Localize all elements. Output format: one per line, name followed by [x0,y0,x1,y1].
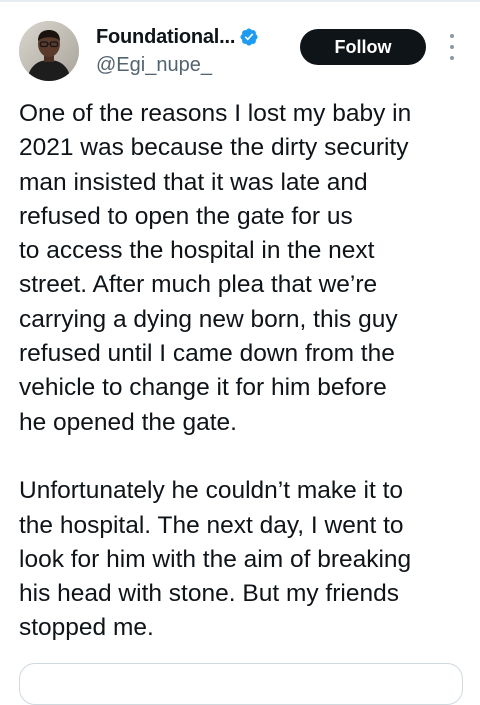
tweet-text-line: to access the hospital in the next [19,237,375,265]
tweet-text-line: look for him with the aim of breaking [19,545,412,573]
more-dot [450,45,454,49]
tweet-text-line: One of the reasons I lost my baby in [19,100,412,127]
tweet-text-line: carrying a dying new born, this guy [19,305,398,333]
tweet-text-line: 2021 was because the dirty security [19,134,409,162]
tweet-text-line: his head with stone. But my friends [19,580,399,608]
tweet-text-line: the hospital. The next day, I went to [19,511,404,539]
tweet-text-line: Unfortunately he couldn’t make it to [19,477,404,505]
follow-button[interactable]: Follow [300,29,426,65]
more-dot [450,56,454,60]
quoted-card-edge[interactable] [19,663,463,705]
more-options-icon[interactable] [442,34,462,60]
tweet-text-line: he opened the gate. [19,408,237,436]
tweet-text-line: street. After much plea that we’re [19,271,378,299]
tweet-text-line: vehicle to change it for him before [19,374,387,402]
avatar[interactable] [19,21,79,81]
author-name-row[interactable]: Foundational... [96,24,259,50]
tweet-text-line: refused to open the gate for us [19,202,353,230]
tweet-text-line: man insisted that it was late and [19,168,368,196]
tweet-text-line: stopped me. [19,614,154,642]
author-handle[interactable]: @Egi_nupe_ [96,54,212,77]
tweet-text-line: refused until I came down from the [19,340,395,368]
tweet-text: One of the reasons I lost my baby in 202… [19,97,469,646]
avatar-image [19,21,79,81]
more-dot [450,34,454,38]
author-display-name[interactable]: Foundational... [96,26,235,49]
verified-badge-icon [239,27,259,47]
tweet-header: Foundational... @Egi_nupe_ Follow [0,0,480,100]
